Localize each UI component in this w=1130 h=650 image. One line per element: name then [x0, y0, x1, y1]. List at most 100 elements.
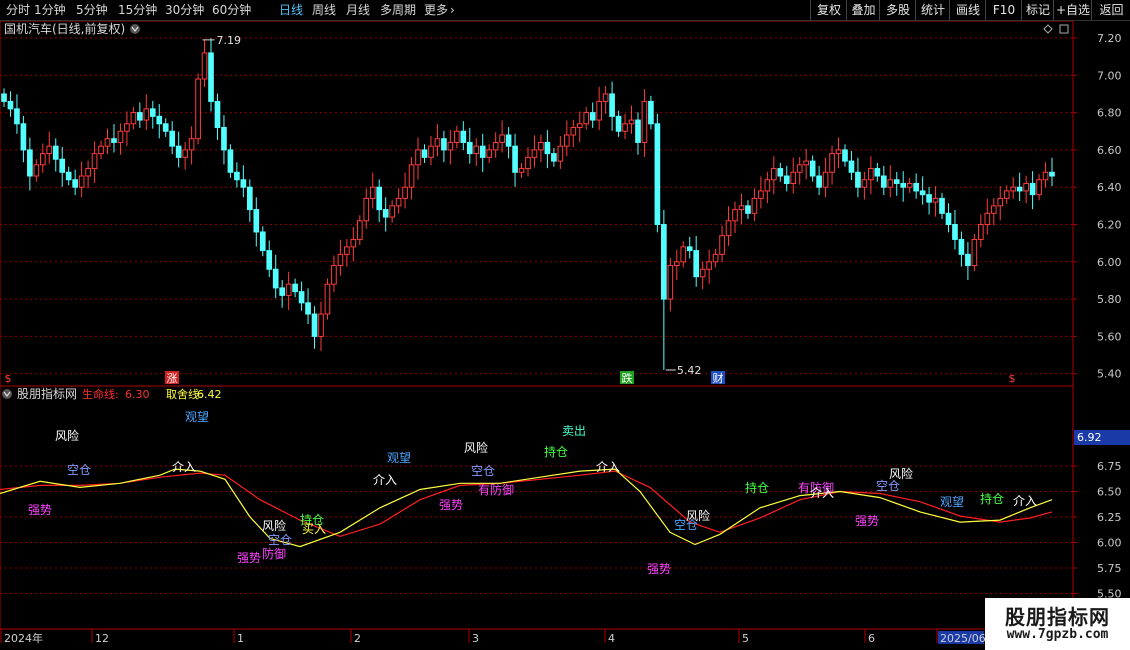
signal-annotation: 介入 [810, 486, 834, 500]
period-tab-1[interactable]: 1分钟 [34, 0, 66, 20]
indicator-y-tick: 5.75 [1097, 562, 1122, 575]
signal-annotation: 卖出 [562, 424, 586, 438]
main-y-tick: 5.80 [1097, 293, 1122, 306]
candle-body [33, 164, 40, 177]
candle-body [641, 100, 648, 143]
time-axis-label: 12 [95, 632, 109, 645]
candle-body [27, 149, 33, 177]
candle-body [305, 302, 311, 315]
candle-body [137, 112, 143, 121]
toolbar-button-5[interactable]: F10 [985, 0, 1022, 20]
candle-body [421, 149, 428, 158]
indicator-y-tick: 6.25 [1097, 511, 1122, 524]
candle-body [1010, 186, 1017, 192]
toolbar-button-1[interactable]: 叠加 [846, 0, 880, 20]
candle-body [822, 171, 829, 188]
candle-body [246, 186, 253, 211]
indicator-y-tick: 6.50 [1097, 486, 1122, 499]
period-tab-3[interactable]: 15分钟 [118, 0, 157, 20]
candle-body [732, 209, 738, 222]
candle-body [596, 100, 602, 121]
candle-body [91, 153, 98, 170]
period-tab-4[interactable]: 30分钟 [165, 0, 204, 20]
toolbar-button-7[interactable]: +自选 [1053, 0, 1092, 20]
candle-body [563, 134, 570, 147]
toolbar-button-4[interactable]: 画线 [949, 0, 986, 20]
candle-body [65, 171, 72, 181]
candle-body [531, 149, 538, 158]
toolbar-button-6[interactable]: 标记 [1021, 0, 1054, 20]
signal-annotation: 持仓 [745, 480, 769, 495]
main-y-tick: 6.80 [1097, 107, 1122, 120]
candle-body [46, 145, 53, 155]
candle-body [712, 253, 719, 263]
period-tab-2[interactable]: 5分钟 [76, 0, 108, 20]
period-tab-0[interactable]: 分时 [6, 0, 30, 20]
watermark-name: 股朋指标网 [1005, 605, 1110, 629]
candle-body [1036, 179, 1042, 196]
signal-annotation: 介入 [172, 460, 196, 474]
chevron-down-icon[interactable] [130, 24, 140, 34]
toolbar-button-2[interactable]: 多股 [879, 0, 916, 20]
candle-body [59, 158, 66, 173]
candle-body [182, 149, 188, 158]
signal-annotation: 风险 [464, 440, 488, 455]
period-tab-6[interactable]: 日线 [279, 0, 303, 20]
main-y-tick: 6.40 [1097, 181, 1122, 194]
candle-body [693, 250, 700, 278]
candle-body [85, 168, 91, 177]
candle-body [835, 149, 842, 155]
indicator-y-tick: 6.00 [1097, 537, 1122, 550]
toolbar-button-8[interactable]: 返回 [1091, 0, 1130, 20]
candle-body [880, 175, 887, 188]
candle-body [978, 224, 984, 240]
signal-annotation: 强势 [647, 562, 671, 576]
candle-body [680, 246, 687, 263]
candle-body [525, 156, 531, 170]
toolbar-button-3[interactable]: 统计 [915, 0, 950, 20]
candle-body [240, 179, 247, 188]
candle-body [939, 197, 945, 214]
candle-body [1029, 182, 1036, 196]
candle-body [1023, 182, 1029, 192]
signal-annotation: 持仓 [544, 444, 568, 459]
candle-body [842, 149, 848, 162]
candle-body [583, 112, 590, 125]
candle-body [350, 238, 357, 248]
event-marker: 跌 [622, 371, 633, 385]
square-icon[interactable] [1059, 24, 1069, 34]
candle-body [984, 212, 991, 225]
candle-body [492, 141, 499, 151]
candle-body [447, 141, 454, 151]
signal-annotation: 有防御 [478, 482, 514, 497]
period-tab-9[interactable]: 多周期 [380, 0, 416, 20]
candle-body [143, 108, 150, 121]
diamond-icon[interactable] [1043, 24, 1053, 34]
candle-body [615, 115, 622, 132]
signal-annotation: 介入 [373, 473, 397, 487]
candle-body [855, 171, 861, 188]
period-tab-7[interactable]: 周线 [312, 0, 336, 20]
candle-body [751, 197, 758, 214]
candle-body [201, 52, 208, 80]
period-tab-8[interactable]: 月线 [346, 0, 370, 20]
candle-body [512, 145, 518, 173]
candle-body [699, 268, 706, 278]
candle-body [376, 186, 383, 211]
time-axis-label: 5 [742, 632, 749, 645]
candle-body [14, 108, 20, 125]
event-marker: $ [5, 372, 12, 385]
toolbar-button-0[interactable]: 复权 [810, 0, 847, 20]
watermark-url: www.7gpzb.com [1006, 627, 1109, 642]
life-line-value: 6.30 [125, 388, 150, 401]
event-marker: $ [1009, 372, 1016, 385]
candle-body [667, 265, 674, 300]
candle-body [874, 168, 881, 177]
chevron-right-icon[interactable]: › [450, 0, 455, 20]
life-line-label: 生命线: [82, 387, 119, 401]
candle-body [887, 179, 894, 188]
period-tab-10[interactable]: 更多 [424, 0, 448, 20]
chevron-down-icon[interactable] [2, 389, 12, 399]
signal-annotation: 持仓 [980, 491, 1004, 506]
period-tab-5[interactable]: 60分钟 [212, 0, 251, 20]
